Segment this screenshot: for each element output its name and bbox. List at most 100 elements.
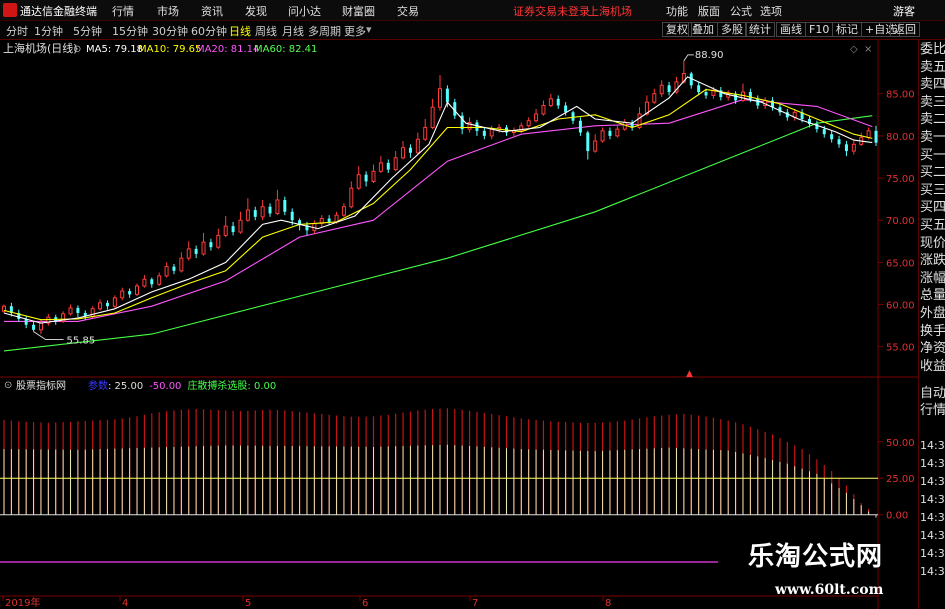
trade-time: 14:30 bbox=[920, 565, 945, 578]
candle-body bbox=[201, 241, 206, 255]
tab-multi-period[interactable]: 多周期 bbox=[308, 23, 341, 39]
indicator-bars bbox=[3, 408, 877, 518]
candle-body bbox=[430, 106, 435, 128]
ma60-label-name: MA60 bbox=[254, 44, 282, 55]
menu-market[interactable]: 市场 bbox=[157, 3, 179, 19]
menu-options[interactable]: 选项 bbox=[760, 3, 782, 19]
mark-button[interactable]: 标记 bbox=[832, 22, 862, 37]
menu-discover[interactable]: 发现 bbox=[245, 3, 267, 19]
candle-body bbox=[120, 290, 125, 299]
candle-body bbox=[238, 219, 243, 233]
candle-body bbox=[223, 225, 228, 236]
quote-field-label: 买五 bbox=[920, 218, 945, 233]
menu-quote[interactable]: 行情 bbox=[112, 3, 134, 19]
candle-body bbox=[327, 218, 331, 222]
indicator-y-tick-label: 0.00 bbox=[886, 511, 908, 522]
menu-news[interactable]: 资讯 bbox=[201, 3, 223, 19]
candle-body bbox=[32, 324, 36, 330]
y-tick-label: 70.00 bbox=[886, 216, 915, 227]
candle-body bbox=[438, 88, 442, 108]
candle-body bbox=[90, 308, 95, 317]
indicator-title: 股票指标网 bbox=[16, 379, 66, 392]
menu-trade[interactable]: 交易 bbox=[397, 3, 419, 19]
tab-more[interactable]: 更多 bbox=[344, 23, 366, 39]
tab-monthly[interactable]: 月线 bbox=[282, 23, 304, 39]
close-panel-icon[interactable]: × bbox=[864, 44, 872, 55]
multi-stock-button[interactable]: 多股 bbox=[717, 22, 747, 37]
main-y-ticks: 85.00 80.00 75.00 70.00 65.00 60.00 55.00 bbox=[878, 90, 915, 354]
user-guest[interactable]: 游客 bbox=[893, 3, 915, 19]
app-logo-icon bbox=[3, 3, 17, 17]
indicator-lines bbox=[0, 477, 878, 516]
tab-30min[interactable]: 30分钟 bbox=[152, 23, 188, 39]
candle-body bbox=[475, 122, 479, 131]
candle-body bbox=[356, 174, 361, 189]
market-name: 上海机场 bbox=[588, 5, 632, 18]
high-marker: 88.90 bbox=[683, 50, 724, 62]
x-tick-label: 4 bbox=[122, 598, 128, 609]
more-chevron-icon[interactable]: ▾ bbox=[366, 23, 372, 36]
auto-quote-label[interactable]: 自动 bbox=[920, 386, 945, 402]
y-tick-label: 80.00 bbox=[886, 132, 915, 143]
tab-weekly[interactable]: 周线 bbox=[255, 23, 277, 39]
candle-body bbox=[445, 88, 449, 103]
y-tick-label: 75.00 bbox=[886, 174, 915, 185]
period-toolbar: 分时 1分钟 5分钟 15分钟 30分钟 60分钟 日线 周线 月线 多周期 更… bbox=[0, 21, 945, 40]
candle-body bbox=[851, 143, 856, 152]
f10-button[interactable]: F10 bbox=[805, 22, 834, 37]
candle-body bbox=[98, 302, 103, 310]
quote-field-label: 涨跌 bbox=[920, 253, 945, 269]
candle-body bbox=[423, 126, 428, 140]
candles[interactable] bbox=[2, 60, 878, 335]
x-tick-label: 6 bbox=[362, 598, 368, 609]
candle-body bbox=[534, 113, 539, 122]
tab-intraday[interactable]: 分时 bbox=[6, 23, 28, 39]
menu-formula[interactable]: 公式 bbox=[730, 3, 752, 19]
menu-fortune[interactable]: 财富圈 bbox=[342, 3, 375, 19]
trade-time: 14:30 bbox=[920, 439, 945, 452]
statistics-button[interactable]: 统计 bbox=[745, 22, 775, 37]
indicator-toggle-icon[interactable]: ⊙ bbox=[73, 44, 81, 55]
candle-body bbox=[756, 98, 760, 106]
tab-60min[interactable]: 60分钟 bbox=[191, 23, 227, 39]
tab-15min[interactable]: 15分钟 bbox=[112, 23, 148, 39]
tab-daily[interactable]: 日线 bbox=[229, 23, 251, 39]
candle-body bbox=[253, 210, 257, 217]
candle-body bbox=[216, 234, 221, 248]
auto-quote-label[interactable]: 行情 bbox=[920, 403, 945, 419]
indicator-param-label: 参数 bbox=[88, 379, 108, 392]
candle-body bbox=[408, 147, 412, 153]
candle-body bbox=[571, 112, 575, 121]
menu-wenxiaoda[interactable]: 问小达 bbox=[288, 3, 321, 19]
candle-body bbox=[378, 162, 383, 172]
candle-body bbox=[556, 98, 560, 106]
login-status[interactable]: 证券交易未登录 bbox=[513, 3, 590, 19]
candle-body bbox=[364, 174, 368, 182]
ma60-line bbox=[3, 115, 873, 352]
menu-function[interactable]: 功能 bbox=[666, 3, 688, 19]
quote-field-label: 买四 bbox=[920, 200, 945, 216]
trade-time: 14:30 bbox=[920, 475, 945, 488]
ma60-label: MA60: 82.41 bbox=[254, 44, 317, 55]
indicator-toggle-icon-2[interactable]: ⊙ bbox=[4, 380, 12, 391]
trade-time: 14:30 bbox=[920, 493, 945, 506]
back-button[interactable]: 返回 bbox=[890, 22, 920, 37]
kline-chart[interactable]: 85.0080.0075.0070.0065.0060.0055.00 上海机场… bbox=[0, 40, 918, 609]
watermark-url: www.60lt.com bbox=[775, 582, 884, 598]
overlay-button[interactable]: 叠加 bbox=[688, 22, 718, 37]
candle-body bbox=[393, 157, 398, 171]
draw-line-button[interactable]: 画线 bbox=[776, 22, 806, 37]
diamond-icon[interactable]: ◇ bbox=[850, 44, 858, 55]
candle-body bbox=[489, 128, 494, 137]
ma20-line bbox=[4, 99, 873, 322]
tab-1min[interactable]: 1分钟 bbox=[34, 23, 63, 39]
tab-5min[interactable]: 5分钟 bbox=[73, 23, 102, 39]
menu-layout[interactable]: 版面 bbox=[698, 3, 720, 19]
ma5-line bbox=[3, 76, 873, 324]
candle-body bbox=[231, 226, 235, 233]
candle-body bbox=[341, 206, 346, 216]
y-tick-label: 55.00 bbox=[886, 343, 915, 354]
candle-body bbox=[593, 140, 598, 152]
ma60-polyline bbox=[3, 115, 873, 352]
candle-body bbox=[112, 297, 117, 307]
